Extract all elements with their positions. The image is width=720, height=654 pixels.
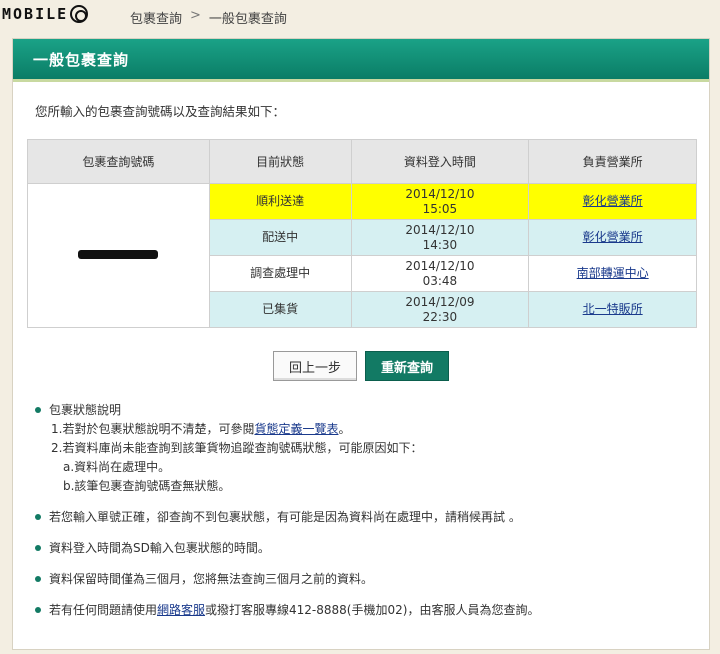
table-header-row: 包裹查詢號碼 目前狀態 資料登入時間 負責營業所 [27, 139, 697, 184]
breadcrumb-item-general-query: 一般包裹查詢 [208, 12, 287, 27]
office-cell: 北一特販所 [528, 291, 697, 328]
intro-text: 您所輸入的包裹查詢號碼以及查詢結果如下： [35, 104, 286, 119]
note-text: 資料保留時間僅為三個月，您將無法查詢三個月之前的資料。 [49, 572, 374, 586]
status-cell: 已集貨 [208, 291, 352, 328]
logo-text: MOBILE [2, 5, 69, 23]
requery-button[interactable]: 重新查詢 [365, 351, 449, 381]
status-definition-link[interactable]: 貨態定義一覽表 [254, 422, 338, 436]
list-item: 資料保留時間僅為三個月，您將無法查詢三個月之前的資料。 [33, 570, 693, 589]
bullet-icon [35, 545, 41, 551]
office-cell: 彰化營業所 [528, 183, 697, 220]
login-date: 2014/12/10 [405, 258, 475, 273]
login-time-cell: 2014/12/10 03:48 [350, 255, 530, 292]
bullet-icon [35, 407, 41, 413]
redacted-tracking-number [78, 250, 159, 259]
breadcrumb: 包裹查詢 > 一般包裹查詢 [130, 8, 287, 27]
login-date: 2014/12/10 [405, 186, 475, 201]
note-subitem: 1.若對於包裹狀態說明不清楚，可參閱貨態定義一覽表。 [49, 420, 693, 439]
note-text: 或撥打客服專線412-8888(手機加02)，由客服人員為您查詢。 [205, 603, 540, 617]
note-text: 資料登入時間為SD輸入包裹狀態的時間。 [49, 541, 270, 555]
login-time: 14:30 [422, 237, 458, 252]
bullet-icon [35, 514, 41, 520]
column-header-tracking-number: 包裹查詢號碼 [27, 139, 210, 184]
note-text: 。 [338, 422, 351, 436]
column-header-login-time: 資料登入時間 [350, 139, 530, 184]
panel-title: 一般包裹查詢 [13, 39, 709, 79]
office-link[interactable]: 彰化營業所 [583, 230, 643, 244]
list-item: 若有任何問題請使用網路客服或撥打客服專線412-8888(手機加02)，由客服人… [33, 601, 693, 620]
logo-ring-icon [70, 5, 89, 23]
login-time-cell: 2014/12/09 22:30 [350, 291, 530, 328]
tracking-number-cell [27, 183, 210, 328]
office-link[interactable]: 北一特販所 [583, 302, 643, 316]
bullet-icon [35, 607, 41, 613]
online-support-link[interactable]: 網路客服 [157, 603, 205, 617]
status-cell: 配送中 [208, 219, 352, 256]
note-text: 若您輸入單號正確，卻查詢不到包裹狀態，有可能是因為資料尚在處理中，請稍候再試 。 [49, 510, 521, 524]
office-cell: 彰化營業所 [528, 219, 697, 256]
results-table: 包裹查詢號碼 目前狀態 資料登入時間 負責營業所 順利送達 2014/12/10… [27, 139, 697, 328]
table-row: 順利送達 2014/12/10 15:05 彰化營業所 [27, 183, 697, 328]
login-date: 2014/12/09 [405, 294, 475, 309]
login-time: 15:05 [422, 201, 458, 216]
login-date: 2014/12/10 [405, 222, 475, 237]
column-header-status: 目前狀態 [208, 139, 352, 184]
office-link[interactable]: 彰化營業所 [583, 194, 643, 208]
action-buttons: 回上一步 重新查詢 [273, 351, 449, 381]
bullet-icon [35, 576, 41, 582]
top-bar: MOBILE 包裹查詢 > 一般包裹查詢 [0, 0, 720, 34]
notes-list: 包裹狀態說明 1.若對於包裹狀態說明不清楚，可參閱貨態定義一覽表。 2.若資料庫… [33, 401, 693, 632]
list-item: 包裹狀態說明 1.若對於包裹狀態說明不清楚，可參閱貨態定義一覽表。 2.若資料庫… [33, 401, 693, 496]
note-title: 包裹狀態說明 [49, 403, 122, 417]
breadcrumb-item-package-query[interactable]: 包裹查詢 [130, 8, 182, 27]
list-item: 若您輸入單號正確，卻查詢不到包裹狀態，有可能是因為資料尚在處理中，請稍候再試 。 [33, 508, 693, 527]
panel-divider [13, 79, 709, 82]
back-button[interactable]: 回上一步 [273, 351, 357, 381]
note-text: 若有任何問題請使用 [49, 603, 158, 617]
login-time-cell: 2014/12/10 15:05 [350, 183, 530, 220]
list-item: 資料登入時間為SD輸入包裹狀態的時間。 [33, 539, 693, 558]
note-subitem: 2.若資料庫尚未能查詢到該筆貨物追蹤查詢號碼狀態，可能原因如下： [51, 441, 423, 455]
note-subitem: a.資料尚在處理中。 [63, 460, 171, 474]
office-cell: 南部轉運中心 [528, 255, 697, 292]
status-cell: 順利送達 [208, 183, 352, 220]
login-time: 03:48 [422, 273, 458, 288]
results-panel: 一般包裹查詢 您所輸入的包裹查詢號碼以及查詢結果如下： 包裹查詢號碼 目前狀態 … [12, 38, 710, 650]
note-subitem: b.該筆包裹查詢號碼查無狀態。 [63, 479, 231, 493]
status-cell: 調查處理中 [208, 255, 352, 292]
login-time: 22:30 [422, 309, 458, 324]
chevron-right-icon: > [190, 8, 201, 23]
login-time-cell: 2014/12/10 14:30 [350, 219, 530, 256]
note-text: 1.若對於包裹狀態說明不清楚，可參閱 [51, 422, 255, 436]
office-link[interactable]: 南部轉運中心 [577, 266, 649, 280]
column-header-office: 負責營業所 [528, 139, 697, 184]
site-logo[interactable]: MOBILE [2, 3, 122, 25]
